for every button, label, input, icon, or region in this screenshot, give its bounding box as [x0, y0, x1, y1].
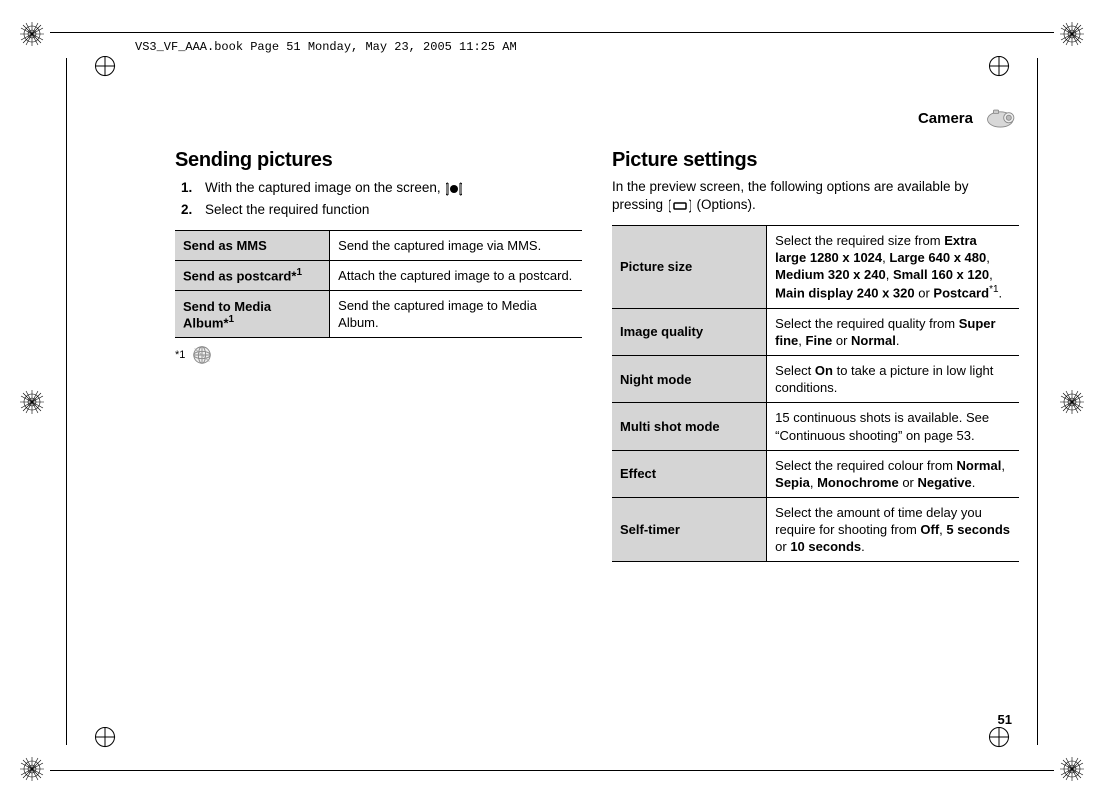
option-desc: Send the captured image via MMS.	[330, 230, 582, 260]
table-row: Picture sizeSelect the required size fro…	[612, 225, 1019, 308]
setting-label: Image quality	[612, 308, 767, 355]
registration-mark-icon	[1060, 757, 1084, 781]
option-desc: Attach the captured image to a postcard.	[330, 260, 582, 290]
footnote-marker: *1	[175, 349, 185, 361]
step-item: 2. Select the required function	[181, 200, 582, 220]
heading-sending-pictures: Sending pictures	[175, 149, 582, 172]
table-row: Send as MMSSend the captured image via M…	[175, 230, 582, 260]
setting-label: Picture size	[612, 225, 767, 308]
crop-line	[50, 770, 1054, 771]
step-text: Select the required function	[205, 200, 369, 220]
setting-label: Effect	[612, 450, 767, 497]
setting-desc: Select the required size from Extra larg…	[767, 225, 1019, 308]
crop-line	[66, 58, 67, 745]
table-row: EffectSelect the required colour from No…	[612, 450, 1019, 497]
step-item: 1. With the captured image on the screen…	[181, 178, 582, 198]
registration-mark-icon	[20, 757, 44, 781]
send-options-table: Send as MMSSend the captured image via M…	[175, 230, 582, 339]
crop-line	[1037, 58, 1038, 745]
column-sending-pictures: Sending pictures 1. With the captured im…	[175, 149, 582, 562]
option-label: Send as postcard*1	[175, 260, 330, 290]
option-label: Send to Media Album*1	[175, 291, 330, 338]
page-number: 51	[998, 712, 1012, 727]
registration-mark-icon	[1060, 390, 1084, 414]
table-row: Send as postcard*1Attach the captured im…	[175, 260, 582, 290]
table-row: Self-timerSelect the amount of time dela…	[612, 497, 1019, 561]
setting-label: Night mode	[612, 356, 767, 403]
section-title: Camera	[918, 110, 973, 127]
setting-desc: Select the required quality from Super f…	[767, 308, 1019, 355]
heading-picture-settings: Picture settings	[612, 149, 1019, 172]
table-row: Send to Media Album*1Send the captured i…	[175, 291, 582, 338]
table-row: Image qualitySelect the required quality…	[612, 308, 1019, 355]
setting-desc: 15 continuous shots is available. See “C…	[767, 403, 1019, 450]
column-picture-settings: Picture settings In the preview screen, …	[612, 149, 1019, 562]
setting-desc: Select the amount of time delay you requ…	[767, 497, 1019, 561]
step-number: 1.	[181, 178, 205, 198]
setting-desc: Select On to take a picture in low light…	[767, 356, 1019, 403]
running-header: VS3_VF_AAA.book Page 51 Monday, May 23, …	[135, 40, 517, 54]
steps-list: 1. With the captured image on the screen…	[181, 178, 582, 220]
registration-mark-icon	[1060, 22, 1084, 46]
option-desc: Send the captured image to Media Album.	[330, 291, 582, 338]
setting-label: Multi shot mode	[612, 403, 767, 450]
step-text: With the captured image on the screen,	[205, 178, 464, 198]
footnote: *1	[175, 344, 582, 366]
table-row: Night modeSelect On to take a picture in…	[612, 356, 1019, 403]
table-row: Multi shot mode15 continuous shots is av…	[612, 403, 1019, 450]
globe-icon	[191, 344, 213, 366]
option-label: Send as MMS	[175, 230, 330, 260]
settings-intro: In the preview screen, the following opt…	[612, 178, 1019, 215]
setting-label: Self-timer	[612, 497, 767, 561]
page-body: Camera Sending pictures 1. With the capt…	[175, 105, 1019, 733]
registration-mark-icon	[20, 22, 44, 46]
centre-key-icon	[446, 179, 462, 199]
registration-mark-icon	[20, 390, 44, 414]
crop-target-icon	[95, 56, 115, 76]
crop-target-icon	[989, 56, 1009, 76]
crop-target-icon	[95, 727, 115, 747]
crop-line	[50, 32, 1054, 33]
page-section-header: Camera	[175, 105, 1019, 131]
step-number: 2.	[181, 200, 205, 220]
setting-desc: Select the required colour from Normal, …	[767, 450, 1019, 497]
softkey-icon	[669, 197, 691, 215]
settings-table: Picture sizeSelect the required size fro…	[612, 225, 1019, 563]
camera-icon	[985, 105, 1019, 131]
